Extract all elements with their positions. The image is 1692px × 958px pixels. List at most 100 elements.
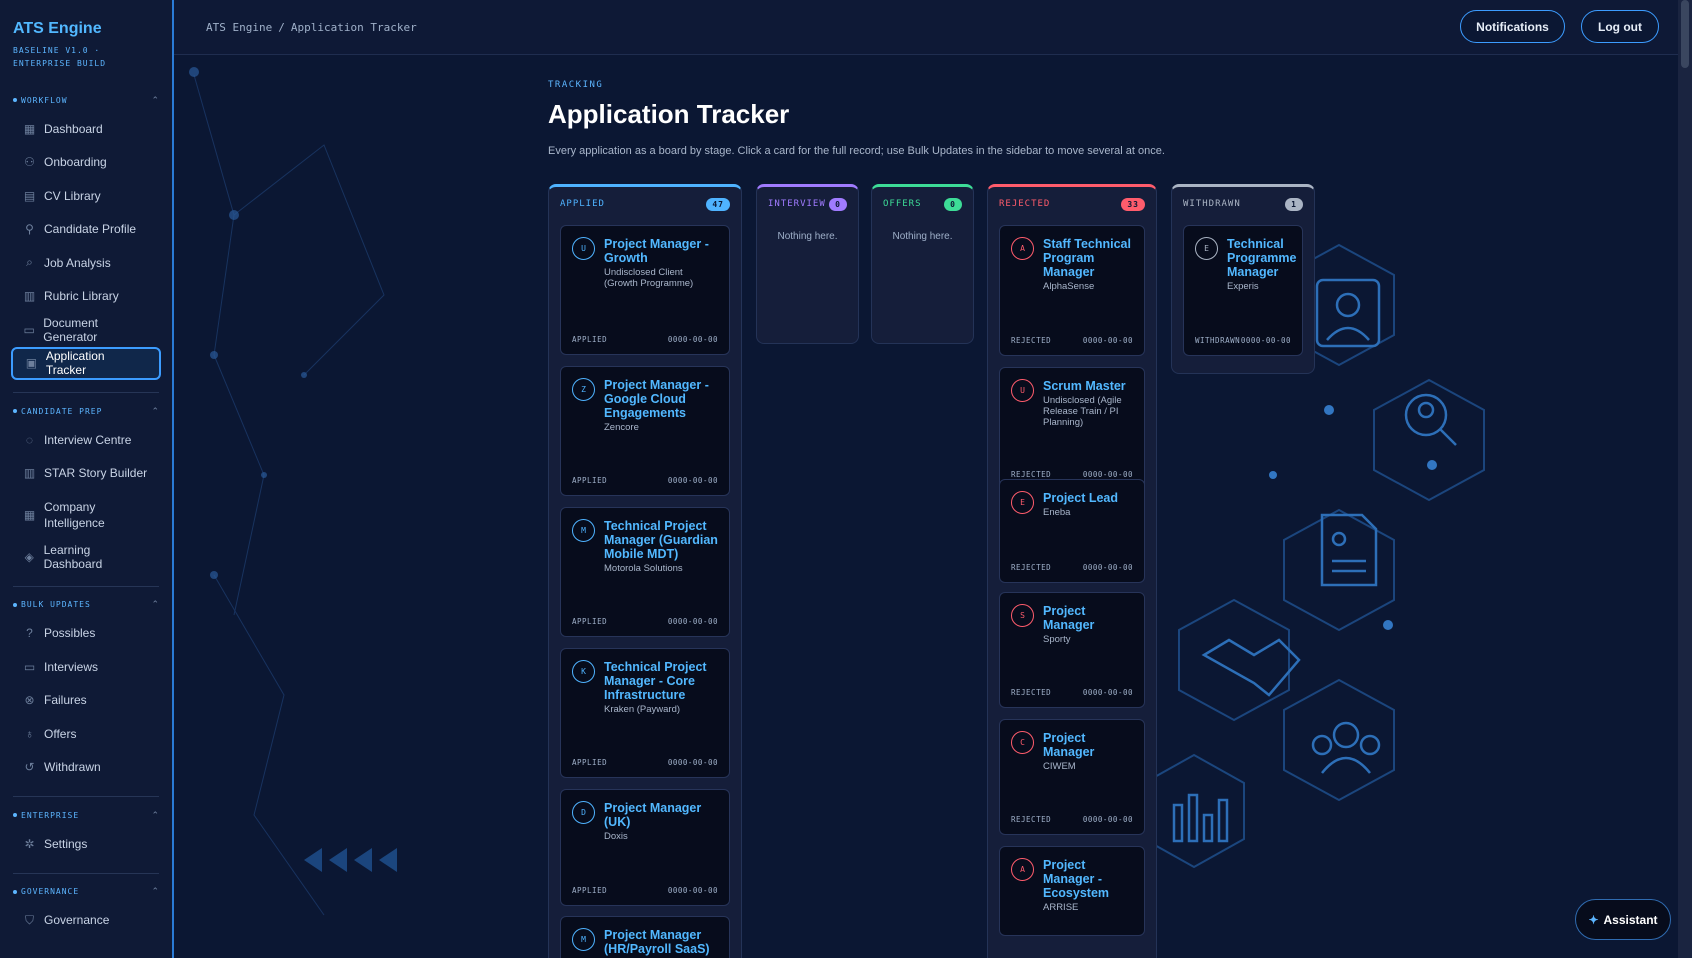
search-icon: ⌕ (26, 255, 33, 270)
company-avatar: S (1011, 604, 1034, 627)
sidebar-item-label: Company Intelligence (44, 500, 105, 530)
sidebar-section-header[interactable]: ENTERPRISE ⌃ (0, 807, 172, 823)
sidebar-item-candidate-profile[interactable]: ⚲ Candidate Profile (11, 213, 161, 247)
application-card[interactable]: U Scrum Master Undisclosed (Agile Release … (999, 367, 1145, 490)
breadcrumb-current: Application Tracker (290, 20, 417, 34)
sidebar-item-onboarding[interactable]: ⚇ Onboarding (11, 146, 161, 180)
application-card[interactable]: S Project Manager Sporty REJECTED 0000-00-00 (999, 592, 1145, 708)
main-content: TRACKING Application Tracker Every appli… (548, 80, 1448, 157)
sidebar-section-header[interactable]: CANDIDATE PREP ⌃ (0, 403, 172, 419)
sidebar-item-settings[interactable]: ✲ Settings (11, 827, 161, 861)
card-title: Technical Project Manager - Core Infrast… (604, 660, 707, 702)
sidebar-item-application-tracker[interactable]: ▣ Application Tracker (11, 346, 161, 380)
sidebar-item-job-analysis[interactable]: ⌕ Job Analysis (11, 246, 161, 280)
card-date: 0000-00-00 (667, 476, 718, 485)
sidebar-item-interviews[interactable]: ▭ Interviews (11, 650, 161, 684)
application-card[interactable]: K Technical Project Manager - Core Infras… (560, 648, 730, 778)
application-card[interactable]: A Project Manager - Ecosystem ARRISE (999, 846, 1145, 936)
card-company: Sporty (1043, 634, 1071, 645)
section-dot (13, 889, 17, 894)
company-avatar: D (572, 801, 595, 824)
sidebar-item-label: Rubric Library (44, 289, 119, 304)
sidebar-section-header[interactable]: GOVERNANCE ⌃ (0, 884, 172, 900)
card-company: Kraken (Payward) (604, 704, 681, 715)
card-date: 0000-00-00 (667, 758, 718, 767)
card-date: 0000-00-00 (667, 617, 718, 626)
sidebar-item-dashboard[interactable]: ▦ Dashboard (11, 112, 161, 146)
scrollbar-thumb[interactable] (1681, 0, 1689, 68)
breadcrumb-separator: / (278, 20, 285, 34)
application-card[interactable]: D Project Manager (UK) Doxis APPLIED 0000-00… (560, 789, 730, 906)
card-title: Project Lead (1043, 491, 1119, 505)
card-status: APPLIED (572, 335, 608, 344)
card-company: Zencore (604, 422, 639, 433)
sidebar-item-label: Interview Centre (44, 432, 132, 447)
undo-icon: ↺ (24, 760, 35, 775)
company-avatar: Z (572, 378, 595, 401)
section-label: ENTERPRISE (21, 810, 80, 820)
sidebar-item-cv-library[interactable]: ▤ CV Library (11, 179, 161, 213)
application-card[interactable]: MProject Manager (HR/Payroll SaaS)MHRAPP… (560, 916, 730, 958)
sidebar-item-rubric-library[interactable]: ▥ Rubric Library (11, 280, 161, 314)
breadcrumb-root[interactable]: ATS Engine (206, 21, 272, 34)
company-avatar: A (1011, 237, 1034, 260)
card-status: APPLIED (572, 758, 608, 767)
column-withdrawn: WITHDRAWN 1 E Technical Programme Manager Ex… (1171, 184, 1315, 374)
sidebar-item-interview-centre[interactable]: ◌ Interview Centre (11, 423, 161, 457)
page-eyebrow: TRACKING (548, 80, 604, 90)
company-avatar: M (572, 928, 595, 951)
chevron-up-icon: ⌃ (151, 94, 159, 105)
building-icon: ▦ (23, 508, 36, 522)
section-label: BULK UPDATES (21, 600, 91, 609)
sidebar-section-header[interactable]: WORKFLOW ⌃ (0, 92, 172, 108)
application-card[interactable]: E Project Lead Eneba REJECTED 0000-00-00 (999, 479, 1145, 583)
assistant-button[interactable]: ✦ Assistant (1575, 899, 1671, 940)
company-avatar: E (1011, 491, 1034, 514)
grid-icon: ▦ (23, 121, 36, 136)
card-company: Undisclosed Client (Growth Programme) (604, 267, 694, 289)
application-card[interactable]: C Project Manager CIWEM REJECTED 0000-00-00 (999, 719, 1145, 835)
sparkle-icon: ✦ (1588, 912, 1599, 927)
card-date: 0000-00-00 (667, 886, 718, 895)
application-card[interactable]: A Staff Technical Program Manager AlphaSen… (999, 225, 1145, 356)
application-card[interactable]: M Technical Project Manager (Guardian Mob… (560, 507, 730, 637)
card-title: Project Manager (1043, 604, 1095, 632)
application-card[interactable]: U Project Manager - Growth Undisclosed Cli… (560, 225, 730, 355)
sidebar-item-withdrawn[interactable]: ↺ Withdrawn (11, 751, 161, 785)
sidebar-item-offers[interactable]: ♁ Offers (11, 717, 161, 751)
card-company: Doxis (604, 831, 628, 842)
column-title: WITHDRAWN (1183, 199, 1241, 209)
sidebar-item-label: Interviews (44, 659, 99, 674)
sidebar-item-failures[interactable]: ⊗ Failures (11, 684, 161, 718)
sidebar-item-document-generator[interactable]: ▭ Document Generator (11, 313, 161, 347)
notifications-button[interactable]: Notifications (1460, 10, 1565, 43)
card-status: REJECTED (1011, 815, 1052, 824)
column-offers: OFFERS 0 Nothing here. (871, 184, 974, 344)
brand-subtitle: BASELINE V1.0 · ENTERPRISE BUILD (13, 46, 107, 68)
logout-button[interactable]: Log out (1581, 10, 1659, 43)
card-status: APPLIED (572, 886, 608, 895)
sidebar-item-possibles[interactable]: ? Possibles (11, 617, 161, 651)
column-title: OFFERS (883, 199, 922, 209)
section-dot (13, 813, 17, 817)
section-label: GOVERNANCE (21, 887, 80, 896)
card-company: Eneba (1043, 507, 1071, 518)
scrollbar[interactable] (1678, 0, 1692, 958)
sidebar-item-learning-dashboard[interactable]: ◈ Learning Dashboard (11, 540, 161, 574)
column-title: REJECTED (999, 199, 1051, 209)
sidebar-item-governance[interactable]: ⛉ Governance (11, 904, 161, 938)
application-card[interactable]: E Technical Programme Manager Experis WITHD… (1183, 225, 1303, 356)
section-dot (13, 602, 17, 607)
sidebar-section: WORKFLOW ⌃ ▦ Dashboard ⚇ Onboarding ▤ CV Librar… (0, 92, 172, 380)
sidebar-section-header[interactable]: BULK UPDATES ⌃ (0, 597, 172, 613)
company-avatar: K (572, 660, 595, 683)
sidebar-item-label: Withdrawn (44, 760, 101, 775)
application-card[interactable]: Z Project Manager - Google Cloud Engageme… (560, 366, 730, 496)
sidebar-item-star-story-builder[interactable]: ▥ STAR Story Builder (11, 457, 161, 491)
card-date: 0000-00-00 (667, 335, 718, 344)
sidebar-item-company-intelligence[interactable]: ▦ Company Intelligence (11, 490, 161, 540)
column-applied: APPLIED 47 U Project Manager - Growth Undisc… (548, 184, 742, 958)
card-status: REJECTED (1011, 563, 1052, 572)
column-count-badge: 0 (829, 197, 847, 211)
sidebar-item-label: Learning Dashboard (43, 542, 103, 571)
